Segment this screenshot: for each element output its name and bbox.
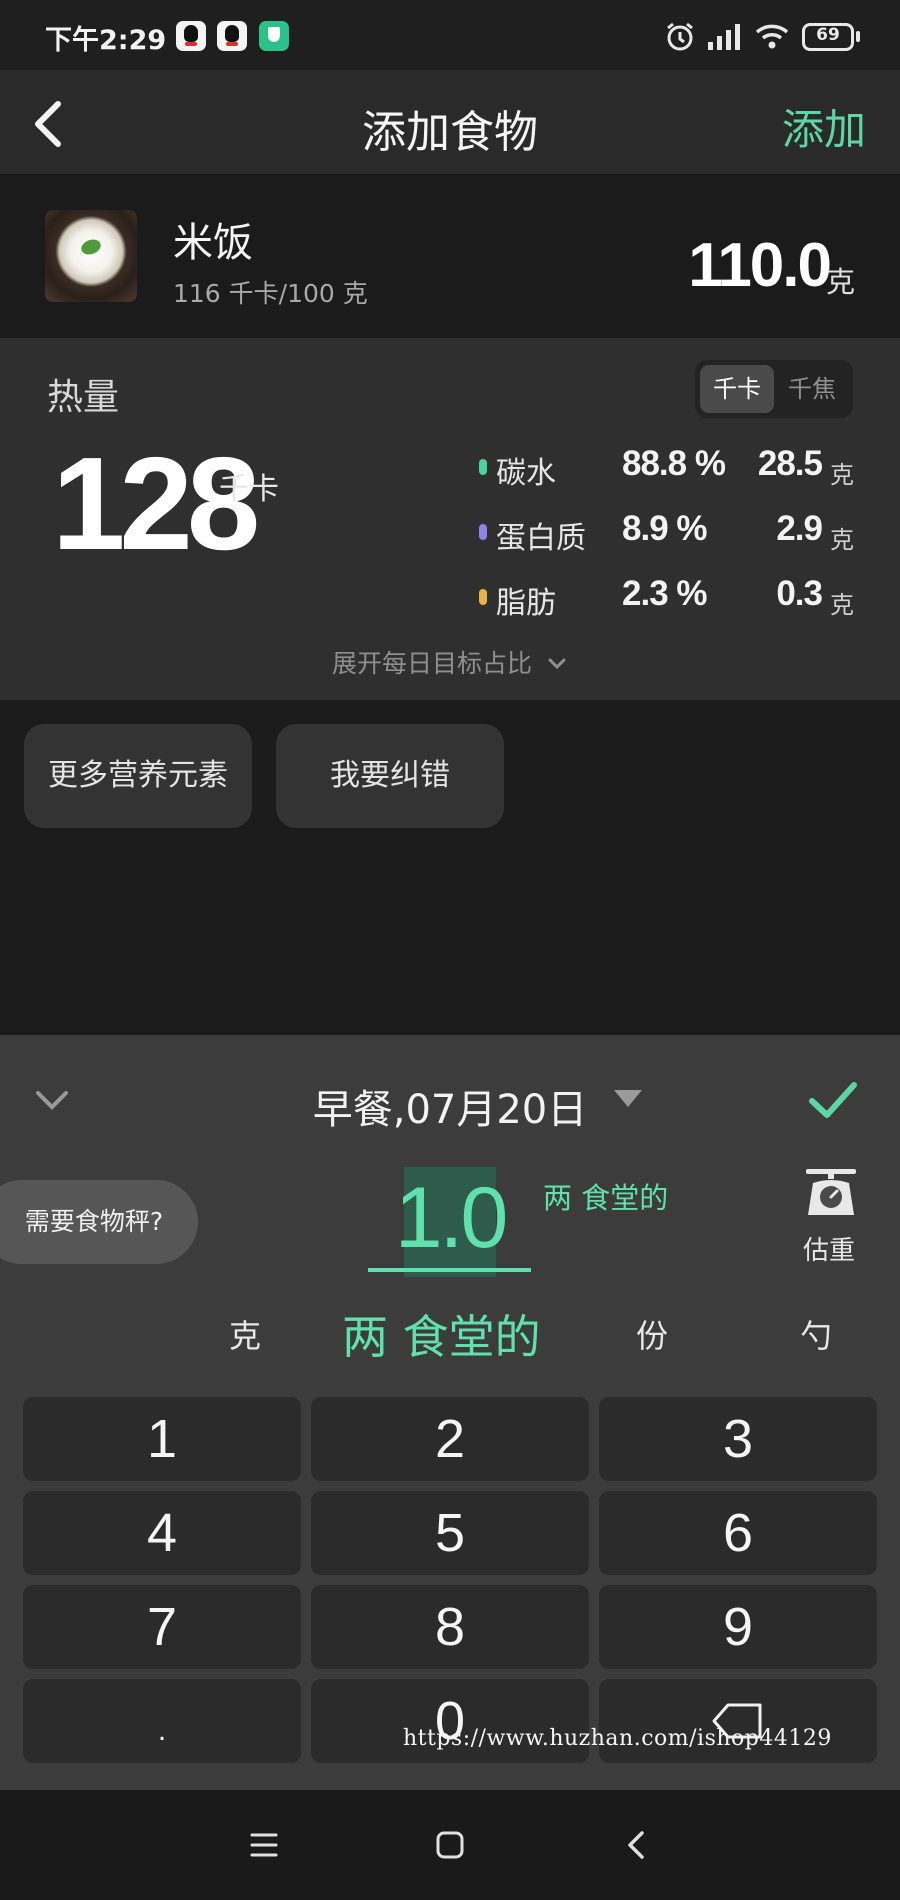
expand-daily-goal[interactable]: 展开每日目标占比 — [0, 644, 900, 680]
calorie-unit: 千卡 — [219, 472, 279, 507]
calorie-label: 热量 — [47, 377, 120, 418]
macro-name: 脂肪 — [496, 586, 556, 621]
calorie-card: 热量 千卡 千焦 128 千卡 碳水 88.8 % 28.5 克 蛋白质 8.9… — [0, 338, 900, 700]
dropdown-triangle-icon[interactable] — [614, 1090, 642, 1107]
scale-icon[interactable] — [802, 1167, 860, 1217]
toggle-kcal[interactable]: 千卡 — [700, 365, 774, 413]
food-weight-unit: 克 — [825, 265, 855, 299]
macro-percent: 8.9 % — [622, 509, 707, 548]
unit-option-portion[interactable]: 份 — [636, 1311, 668, 1357]
macro-unit: 克 — [830, 461, 854, 489]
confirm-check-icon[interactable] — [806, 1077, 860, 1125]
key-8[interactable]: 8 — [311, 1585, 589, 1669]
food-name: 米饭 — [173, 220, 253, 266]
macro-name: 蛋白质 — [496, 521, 586, 556]
need-scale-button[interactable]: 需要食物秤? — [0, 1180, 198, 1264]
status-time: 下午2:29 — [45, 25, 167, 56]
menu-icon[interactable] — [237, 1818, 291, 1872]
macro-percent: 2.3 % — [622, 574, 707, 613]
food-kcal-per-100g: 116 千卡/100 克 — [173, 279, 368, 308]
key-4[interactable]: 4 — [23, 1491, 301, 1575]
macro-percent: 88.8 % — [622, 444, 726, 483]
qq-icon — [176, 21, 206, 51]
protein-dot — [479, 524, 487, 540]
energy-unit-toggle: 千卡 千焦 — [695, 360, 853, 418]
key-3[interactable]: 3 — [599, 1397, 877, 1481]
carbs-dot — [479, 459, 487, 475]
food-weight: 110.0 — [688, 231, 832, 300]
estimate-weight-label[interactable]: 估重 — [803, 1230, 855, 1267]
food-summary[interactable]: 米饭 116 千卡/100 克 110.0 克 — [0, 174, 900, 334]
qq-icon — [217, 21, 247, 51]
key-2[interactable]: 2 — [311, 1397, 589, 1481]
key-decimal[interactable]: . — [23, 1679, 301, 1763]
signal-icon — [708, 24, 740, 50]
macro-name: 碳水 — [496, 456, 556, 491]
chevron-down-icon — [548, 658, 566, 670]
home-icon[interactable] — [423, 1818, 477, 1872]
battery-tip — [856, 31, 860, 42]
unit-option-liang[interactable]: 两 食堂的 — [342, 1301, 541, 1367]
security-app-icon — [259, 21, 289, 51]
key-1[interactable]: 1 — [23, 1397, 301, 1481]
nav-back-icon[interactable] — [610, 1818, 664, 1872]
system-nav-bar — [0, 1790, 900, 1900]
alarm-icon — [667, 22, 693, 51]
expand-goal-label: 展开每日目标占比 — [332, 649, 533, 678]
macro-row-protein: 蛋白质 8.9 % 2.9 克 — [476, 507, 856, 557]
meal-selector[interactable]: 早餐,07月20日 — [0, 1077, 900, 1135]
macro-amount: 0.3 — [776, 574, 823, 613]
page-title: 添加食物 — [362, 107, 538, 158]
toggle-kj[interactable]: 千焦 — [775, 365, 849, 413]
quantity-input[interactable]: 1.0 — [368, 1169, 532, 1268]
unit-option-spoon[interactable]: 勺 — [800, 1311, 832, 1357]
unit-option-gram[interactable]: 克 — [229, 1311, 261, 1357]
status-bar: 下午2:29 69 — [0, 0, 900, 70]
macro-row-fat: 脂肪 2.3 % 0.3 克 — [476, 572, 856, 622]
key-9[interactable]: 9 — [599, 1585, 877, 1669]
macro-unit: 克 — [830, 591, 854, 619]
watermark: https://www.huzhan.com/ishop44129 — [403, 1726, 832, 1751]
report-error-button[interactable]: 我要纠错 — [276, 724, 504, 828]
macro-amount: 2.9 — [776, 509, 823, 548]
quantity-underline — [368, 1268, 531, 1272]
battery-icon: 69 — [802, 23, 854, 51]
macro-row-carbs: 碳水 88.8 % 28.5 克 — [476, 442, 856, 492]
key-5[interactable]: 5 — [311, 1491, 589, 1575]
quantity-unit: 两 食堂的 — [543, 1181, 669, 1215]
battery-level: 69 — [816, 25, 840, 45]
fat-dot — [479, 589, 487, 605]
key-6[interactable]: 6 — [599, 1491, 877, 1575]
wifi-icon — [755, 24, 789, 49]
add-button[interactable]: 添加 — [782, 96, 866, 157]
key-7[interactable]: 7 — [23, 1585, 301, 1669]
food-image — [45, 210, 137, 302]
more-nutrients-button[interactable]: 更多营养元素 — [24, 724, 252, 828]
macro-amount: 28.5 — [757, 444, 823, 483]
macro-unit: 克 — [830, 526, 854, 554]
quantity-sheet: 早餐,07月20日 需要食物秤? 1.0 两 食堂的 估重 克 两 食堂的 份 … — [0, 1035, 900, 1790]
header: 添加食物 添加 — [0, 70, 900, 174]
